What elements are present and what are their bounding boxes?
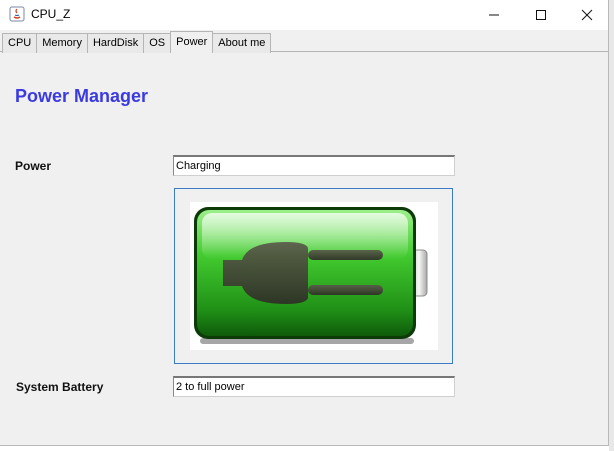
tab-os[interactable]: OS bbox=[143, 33, 172, 53]
title-bar[interactable]: CPU_Z bbox=[0, 0, 608, 30]
system-battery-field[interactable]: 2 to full power bbox=[173, 376, 455, 397]
tab-power[interactable]: Power bbox=[170, 31, 214, 53]
maximize-icon bbox=[536, 10, 546, 20]
maximize-button[interactable] bbox=[518, 0, 564, 30]
battery-charging-plug-icon bbox=[194, 207, 428, 344]
power-label: Power bbox=[15, 159, 52, 173]
battery-image bbox=[190, 202, 438, 350]
tab-cpu[interactable]: CPU bbox=[2, 33, 38, 53]
minimize-button[interactable] bbox=[471, 0, 517, 30]
tab-bar: CPU Memory HardDisk OS Power About me bbox=[2, 31, 272, 53]
power-status-field[interactable]: Charging bbox=[173, 155, 455, 176]
close-icon bbox=[581, 9, 593, 21]
system-battery-label: System Battery bbox=[16, 380, 104, 394]
app-window: CPU_Z CPU Memory HardDisk OS Power About… bbox=[0, 0, 609, 446]
minimize-icon bbox=[489, 14, 499, 16]
close-button[interactable] bbox=[564, 0, 610, 30]
page-title: Power Manager bbox=[15, 86, 149, 106]
background-window-edge bbox=[609, 0, 614, 451]
tab-memory[interactable]: Memory bbox=[36, 33, 88, 53]
battery-image-panel bbox=[174, 188, 453, 364]
tab-about-me[interactable]: About me bbox=[212, 33, 272, 53]
tab-harddisk[interactable]: HardDisk bbox=[86, 33, 145, 53]
java-app-icon bbox=[9, 6, 25, 22]
window-title: CPU_Z bbox=[31, 7, 71, 21]
